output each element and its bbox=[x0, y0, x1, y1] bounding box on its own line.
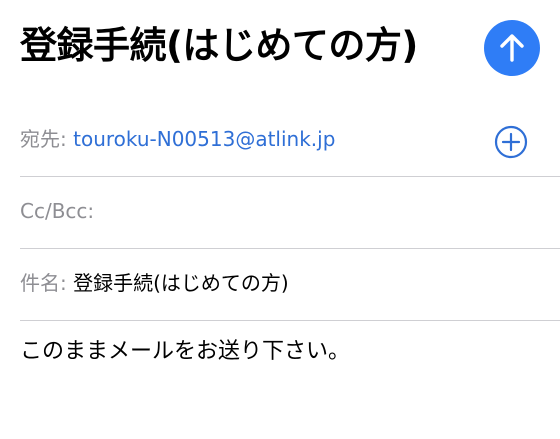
compose-title: 登録手続(はじめての方) bbox=[20, 24, 418, 67]
divider bbox=[20, 320, 560, 321]
message-body[interactable]: このままメールをお送り下さい。 bbox=[20, 335, 550, 369]
subject-field[interactable]: 件名: 登録手続(はじめての方) bbox=[20, 268, 560, 298]
cc-bcc-field[interactable]: Cc/Bcc: bbox=[20, 196, 560, 226]
divider bbox=[20, 248, 560, 249]
add-recipient-button[interactable] bbox=[494, 125, 528, 159]
to-label: 宛先: bbox=[20, 127, 67, 151]
plus-circle-icon bbox=[494, 125, 528, 159]
compose-header: 登録手続(はじめての方) bbox=[0, 0, 560, 100]
subject-value[interactable]: 登録手続(はじめての方) bbox=[73, 271, 289, 295]
to-field[interactable]: 宛先: touroku-N00513@atlink.jp bbox=[20, 124, 560, 154]
cc-bcc-label: Cc/Bcc: bbox=[20, 199, 95, 223]
subject-label: 件名: bbox=[20, 271, 67, 295]
to-recipient[interactable]: touroku-N00513@atlink.jp bbox=[73, 127, 335, 151]
divider bbox=[20, 176, 560, 177]
send-button[interactable] bbox=[484, 20, 540, 76]
arrow-up-icon bbox=[500, 34, 524, 62]
